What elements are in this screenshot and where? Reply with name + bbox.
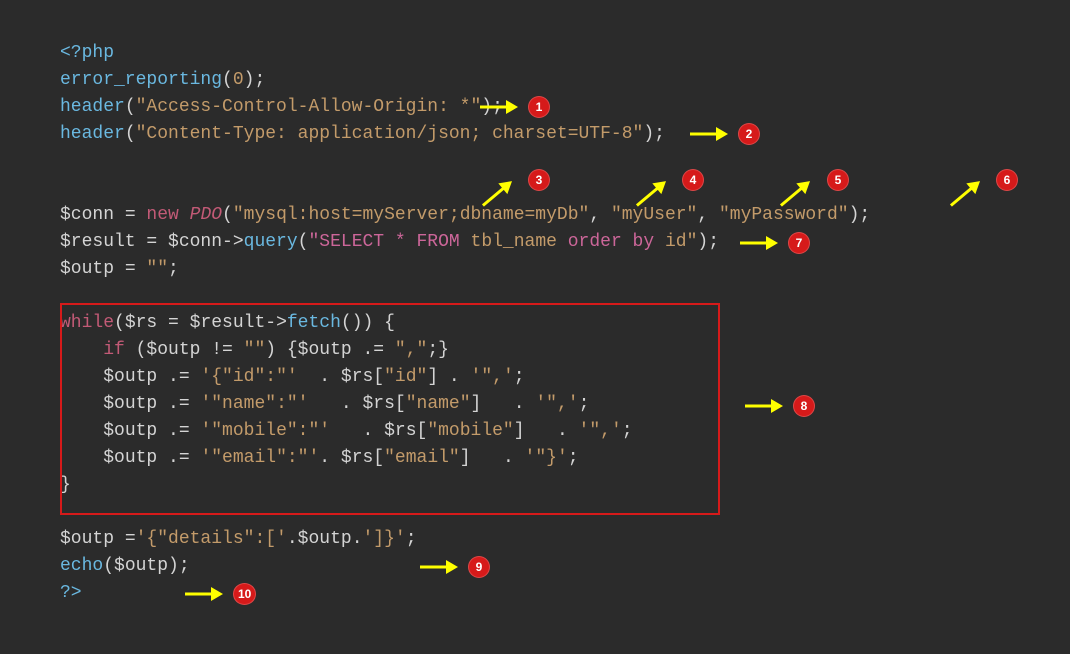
code-line: $outp ='{"details":['.$outp.']}'; — [60, 526, 1010, 553]
code-line: $outp = ""; — [60, 256, 1010, 283]
code-line: $outp .= '"email":"'. $rs["email"] . '"}… — [60, 445, 1010, 472]
code-line: $conn = new PDO("mysql:host=myServer;dbn… — [60, 202, 1010, 229]
code-line: header("Access-Control-Allow-Origin: *")… — [60, 94, 1010, 121]
fn-echo: echo — [60, 556, 103, 576]
blank-line — [60, 499, 1010, 526]
kw-while: while — [60, 313, 114, 333]
badge-3: 3 — [528, 169, 550, 191]
badge-6: 6 — [996, 169, 1018, 191]
fn-header: header — [60, 124, 125, 144]
kw-if: if — [60, 340, 125, 360]
code-line: echo($outp); — [60, 553, 1010, 580]
code-line: while($rs = $result->fetch()) { — [60, 310, 1010, 337]
code-block: <?php error_reporting(0); header("Access… — [15, 15, 1055, 632]
code-line: <?php — [60, 40, 1010, 67]
code-line: if ($outp != "") {$outp .= ",";} — [60, 337, 1010, 364]
code-line: } — [60, 472, 1010, 499]
code-line: $outp .= '"mobile":"' . $rs["mobile"] . … — [60, 418, 1010, 445]
fn-error-reporting: error_reporting — [60, 70, 222, 90]
fn-header: header — [60, 97, 125, 117]
badge-4: 4 — [682, 169, 704, 191]
code-line: ?> — [60, 580, 1010, 607]
code-line: error_reporting(0); — [60, 67, 1010, 94]
code-line: $outp .= '"name":"' . $rs["name"] . '",'… — [60, 391, 1010, 418]
badge-5: 5 — [827, 169, 849, 191]
kw-new: new — [146, 205, 178, 225]
blank-line — [60, 283, 1010, 310]
code-line: $outp .= '{"id":"' . $rs["id"] . '",'; — [60, 364, 1010, 391]
cls-pdo: PDO — [190, 205, 222, 225]
php-open-tag: <?php — [60, 43, 114, 63]
code-line: $result = $conn->query("SELECT * FROM tb… — [60, 229, 1010, 256]
code-line: header("Content-Type: application/json; … — [60, 121, 1010, 148]
php-close-tag: ?> — [60, 583, 82, 603]
